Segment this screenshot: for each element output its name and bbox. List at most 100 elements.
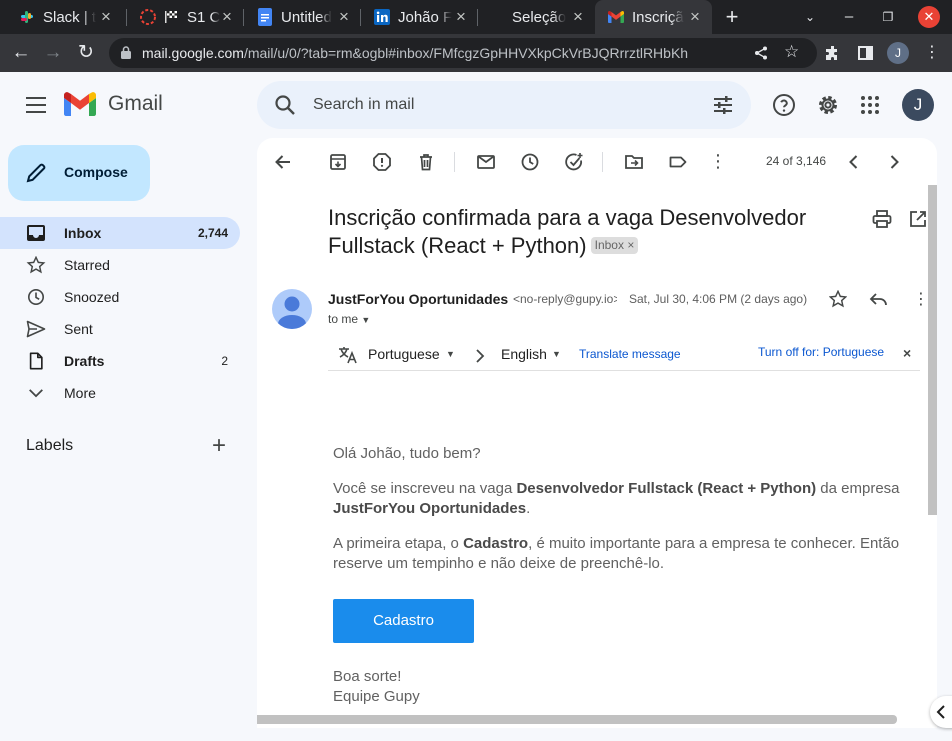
close-icon[interactable]: × — [686, 8, 704, 26]
apps-grid-icon[interactable] — [858, 93, 882, 117]
back-to-inbox-icon[interactable] — [273, 152, 293, 172]
target-language-dropdown[interactable]: English — [501, 346, 547, 362]
send-icon — [26, 320, 46, 338]
signoff-line-2: Equipe Gupy — [333, 688, 420, 705]
close-icon[interactable]: × — [569, 8, 587, 26]
reply-icon[interactable] — [869, 292, 887, 307]
close-icon[interactable]: × — [903, 345, 911, 361]
bookmark-star-icon[interactable]: ☆ — [784, 42, 799, 62]
tab-search-icon[interactable]: ⌄ — [799, 6, 821, 28]
browser-tab-bar: Slack | t × S1 C × Untitled × Johão F × … — [0, 0, 952, 34]
browser-tab-label: Seleção — [512, 8, 567, 26]
star-icon[interactable] — [829, 290, 847, 308]
translate-icon — [339, 347, 357, 364]
browser-tab-s1[interactable]: S1 C × — [127, 0, 244, 34]
inbox-label-chip[interactable]: Inbox × — [590, 236, 639, 254]
browser-tab-selecao[interactable]: Seleção × — [478, 0, 595, 34]
sidebar-item-more[interactable]: More — [0, 377, 240, 409]
minimize-icon[interactable]: – — [838, 6, 860, 28]
add-label-icon[interactable]: + — [212, 434, 232, 458]
delete-icon[interactable] — [416, 152, 436, 172]
help-icon[interactable] — [772, 93, 796, 117]
more-actions-icon[interactable]: ⋮ — [709, 151, 727, 172]
browser-tab-slack[interactable]: Slack | t × — [6, 0, 123, 34]
browser-tab-docs[interactable]: Untitled × — [244, 0, 361, 34]
older-chevron-right-icon[interactable] — [884, 152, 904, 172]
sidebar-item-starred[interactable]: Starred — [0, 249, 240, 281]
caret-down-icon: ▼ — [361, 315, 371, 325]
back-icon[interactable]: ← — [10, 42, 32, 64]
sidebar-item-label: Sent — [64, 321, 93, 337]
share-icon[interactable] — [754, 46, 768, 60]
browser-tab-gmail[interactable]: Inscriçã × — [595, 0, 712, 34]
main-menu-icon[interactable] — [26, 97, 46, 113]
linkedin-icon — [373, 8, 391, 26]
emphasis: Cadastro — [463, 535, 529, 552]
close-icon[interactable]: × — [218, 8, 236, 26]
snooze-icon[interactable] — [520, 152, 540, 172]
settings-gear-icon[interactable] — [816, 93, 840, 117]
sidebar-item-sent[interactable]: Sent — [0, 313, 240, 345]
compose-button[interactable]: Compose — [8, 145, 150, 201]
search-icon[interactable] — [274, 94, 296, 116]
text-run: A primeira etapa, o — [333, 535, 464, 552]
sidebar-item-snoozed[interactable]: Snoozed — [0, 281, 240, 313]
search-bar[interactable]: Search in mail — [257, 81, 751, 129]
restore-icon[interactable]: ❐ — [877, 6, 899, 28]
mark-unread-icon[interactable] — [476, 152, 496, 172]
recipient-details[interactable]: to me ▼ — [328, 312, 370, 326]
extensions-icon[interactable] — [825, 45, 841, 61]
close-icon[interactable]: × — [335, 8, 353, 26]
search-input[interactable]: Search in mail — [313, 96, 414, 114]
source-language-dropdown[interactable]: Portuguese — [368, 346, 440, 362]
account-avatar[interactable]: J — [902, 89, 934, 121]
toolbar-divider — [454, 152, 455, 172]
gmail-icon — [607, 8, 625, 26]
clock-icon — [27, 288, 45, 306]
pagination-text: 24 of 3,146 — [766, 154, 827, 168]
turn-off-translation-link[interactable]: Turn off for: Portuguese — [758, 345, 884, 359]
sender-avatar — [272, 289, 312, 329]
new-tab-icon[interactable]: + — [721, 6, 743, 28]
window-close-icon[interactable]: ✕ — [918, 6, 940, 28]
browser-tab-label: Johão F — [398, 8, 453, 26]
browser-tab-label: Slack | t — [43, 8, 97, 26]
browser-profile-avatar[interactable]: J — [887, 42, 909, 64]
labels-heading: Labels — [26, 437, 74, 454]
add-to-tasks-icon[interactable] — [564, 152, 584, 172]
print-icon[interactable] — [872, 210, 892, 228]
forward-icon[interactable]: → — [42, 42, 64, 64]
sidebar-item-label: Snoozed — [64, 289, 120, 305]
sidebar-item-drafts[interactable]: Drafts 2 — [0, 345, 240, 377]
label-icon[interactable] — [668, 152, 688, 172]
close-icon[interactable]: × — [452, 8, 470, 26]
search-options-icon[interactable] — [713, 96, 733, 114]
url-field[interactable]: mail.google.com/mail/u/0/?tab=rm&ogbl#in… — [109, 38, 817, 68]
message-more-icon[interactable]: ⋮ — [913, 289, 929, 309]
report-spam-icon[interactable] — [372, 152, 392, 172]
open-in-new-window-icon[interactable] — [909, 210, 927, 228]
translate-bar: Portuguese ▼ English ▼ Translate message… — [328, 339, 920, 371]
chevron-left-icon — [936, 705, 945, 719]
horizontal-scrollbar[interactable] — [257, 715, 897, 724]
remove-label-icon[interactable]: × — [627, 238, 634, 252]
sender-name[interactable]: JustForYou Oportunidades — [328, 291, 508, 307]
side-panel-icon[interactable] — [858, 46, 873, 60]
gmail-logo-icon[interactable] — [64, 92, 96, 116]
archive-icon[interactable] — [328, 152, 348, 172]
reload-icon[interactable]: ↻ — [75, 42, 97, 64]
browser-tab-linkedin[interactable]: Johão F × — [361, 0, 478, 34]
move-to-icon[interactable] — [624, 152, 644, 172]
newer-chevron-left-icon[interactable] — [844, 152, 864, 172]
browser-menu-icon[interactable]: ⋮ — [924, 42, 940, 62]
cadastro-button[interactable]: Cadastro — [333, 599, 474, 643]
vertical-scrollbar[interactable] — [928, 185, 937, 515]
sidebar-item-inbox[interactable]: Inbox 2,744 — [0, 217, 240, 249]
close-icon[interactable]: × — [97, 8, 115, 26]
sidebar-item-label: Starred — [64, 257, 110, 273]
email-subject: Inscrição confirmada para a vaga Desenvo… — [328, 204, 848, 260]
translate-message-link[interactable]: Translate message — [579, 347, 681, 361]
sidebar-item-label: More — [64, 385, 96, 401]
email-date: Sat, Jul 30, 4:06 PM (2 days ago) — [629, 292, 808, 306]
toolbar-divider — [602, 152, 603, 172]
